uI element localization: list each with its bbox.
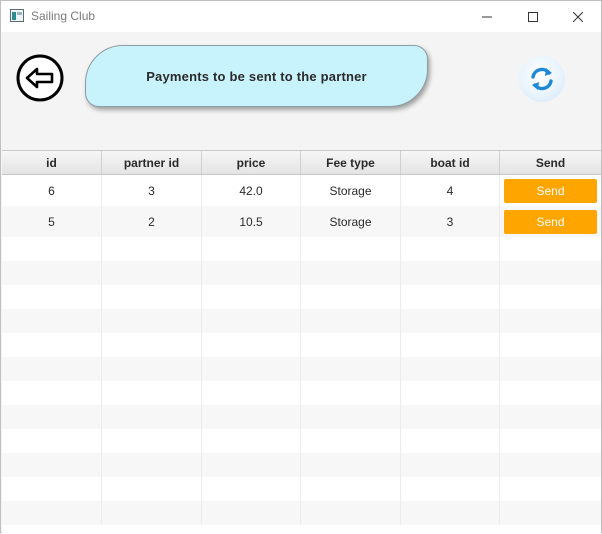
cell-boat-id: 4 [401,175,500,206]
payments-table: id partner id price Fee type boat id Sen… [2,150,601,534]
cell-partner-id: 2 [102,206,202,237]
cell-id: 5 [2,206,102,237]
maximize-button[interactable] [510,1,556,32]
title-bar[interactable]: Sailing Club [1,1,601,32]
column-header-price[interactable]: price [202,151,301,174]
empty-row [2,381,601,405]
minimize-button[interactable] [464,1,510,32]
column-header-boat-id[interactable]: boat id [401,151,500,174]
empty-row [2,477,601,501]
maximize-icon [528,11,538,22]
close-icon [573,11,583,22]
empty-row [2,501,601,525]
cell-fee-type: Storage [301,175,401,206]
column-header-fee-type[interactable]: Fee type [301,151,401,174]
cell-fee-type: Storage [301,206,401,237]
empty-row [2,405,601,429]
column-header-send[interactable]: Send [500,151,601,174]
cell-price: 42.0 [202,175,301,206]
send-button[interactable]: Send [504,178,597,203]
page-title: Payments to be sent to the partner [146,68,367,84]
table-row[interactable]: 6 3 42.0 Storage 4 Send [2,175,601,206]
refresh-icon [531,67,553,91]
empty-row [2,237,601,261]
refresh-button[interactable] [519,56,565,102]
app-icon [10,9,24,22]
close-button[interactable] [555,1,601,32]
cell-id: 6 [2,175,102,206]
column-header-partner-id[interactable]: partner id [102,151,202,174]
window-title: Sailing Club [31,9,96,23]
empty-row [2,453,601,477]
cell-send: Send [500,206,601,237]
empty-row [2,261,601,285]
cell-partner-id: 3 [102,175,202,206]
table-row[interactable]: 5 2 10.5 Storage 3 Send [2,206,601,237]
empty-row [2,333,601,357]
empty-row [2,429,601,453]
table-header: id partner id price Fee type boat id Sen… [2,151,601,175]
column-header-id[interactable]: id [2,151,102,174]
cell-boat-id: 3 [401,206,500,237]
empty-row [2,309,601,333]
arrow-left-circle-icon [16,54,64,102]
app-window: Sailing Club Payments to be sent to the … [0,0,602,534]
cell-send: Send [500,175,601,206]
page-title-banner: Payments to be sent to the partner [85,45,428,107]
empty-row [2,285,601,309]
empty-row [2,357,601,381]
back-button[interactable] [15,54,65,104]
cell-price: 10.5 [202,206,301,237]
send-button[interactable]: Send [504,209,597,234]
minimize-icon [482,16,492,17]
